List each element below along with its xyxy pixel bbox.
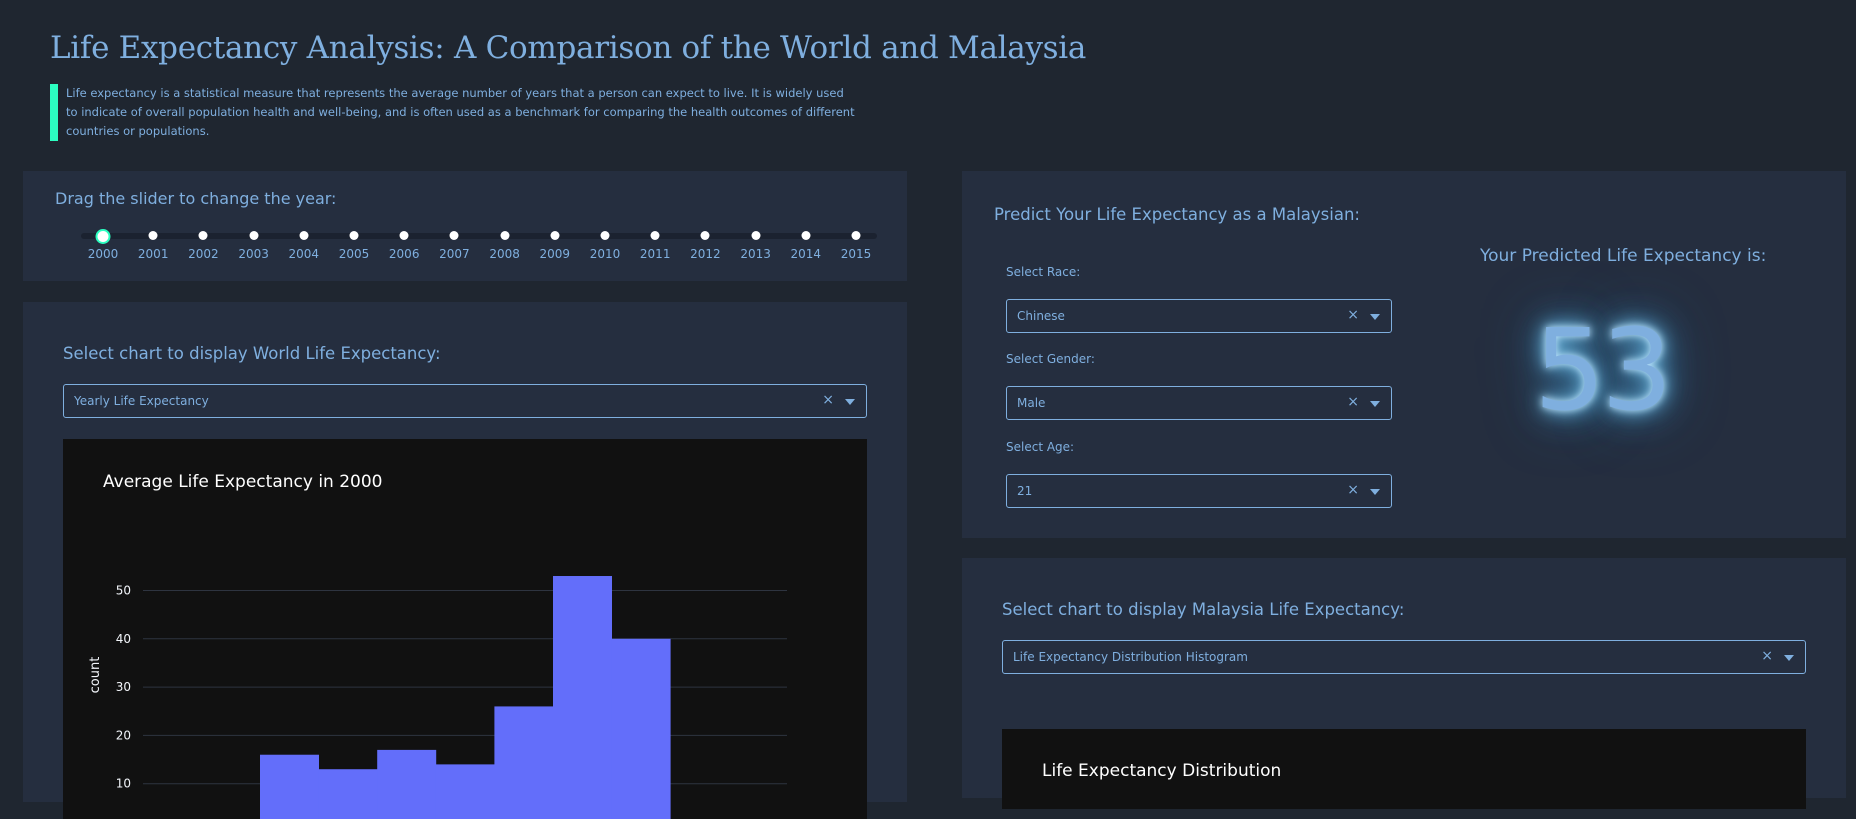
gender-dropdown[interactable]: Male × bbox=[1006, 386, 1392, 420]
slider-dot-2006[interactable] bbox=[399, 231, 409, 240]
slider-dot-2004[interactable] bbox=[299, 231, 309, 240]
race-label: Select Race: bbox=[1006, 265, 1081, 279]
slider-dot-2009[interactable] bbox=[550, 231, 560, 240]
page-header: Life Expectancy Analysis: A Comparison o… bbox=[50, 30, 1150, 141]
chevron-down-icon[interactable] bbox=[1784, 655, 1794, 661]
y-tick-label: 20 bbox=[116, 728, 131, 742]
slider-label-2010: 2010 bbox=[589, 247, 621, 261]
dropdown-value: 21 bbox=[1017, 484, 1033, 498]
histogram-svg: 10 20 30 40 50 count bbox=[88, 576, 787, 819]
malaysia-chart: Life Expectancy Distribution bbox=[1002, 729, 1806, 809]
world-chart-panel: Select chart to display World Life Expec… bbox=[23, 302, 907, 819]
histogram-bar[interactable] bbox=[553, 576, 612, 819]
slider-dot-2013[interactable] bbox=[751, 231, 761, 240]
chart-title: Life Expectancy Distribution bbox=[1042, 761, 1282, 781]
clear-icon[interactable]: × bbox=[1761, 648, 1773, 664]
slider-dot-2015[interactable] bbox=[851, 231, 861, 240]
histogram-bar[interactable] bbox=[377, 749, 437, 819]
histogram-bar[interactable] bbox=[318, 769, 378, 819]
y-axis-label: count bbox=[88, 657, 103, 694]
slider-dot-2012[interactable] bbox=[700, 231, 710, 240]
slider-dot-2001[interactable] bbox=[148, 231, 158, 240]
age-label: Select Age: bbox=[1006, 440, 1075, 454]
malaysia-chart-panel: Select chart to display Malaysia Life Ex… bbox=[962, 558, 1846, 809]
slider-label-2006: 2006 bbox=[388, 247, 420, 261]
race-dropdown[interactable]: Chinese × bbox=[1006, 299, 1392, 333]
predict-panel: Predict Your Life Expectancy as a Malays… bbox=[962, 171, 1846, 538]
slider-dot-2005[interactable] bbox=[349, 231, 359, 240]
world-chart-dropdown[interactable]: Yearly Life Expectancy × bbox=[63, 384, 867, 418]
slider-dot-2002[interactable] bbox=[198, 231, 208, 240]
chevron-down-icon[interactable] bbox=[845, 399, 855, 405]
slider-label-2001: 2001 bbox=[137, 247, 169, 261]
chevron-down-icon[interactable] bbox=[1370, 314, 1380, 320]
slider-dot-2007[interactable] bbox=[449, 231, 459, 240]
slider-dot-2010[interactable] bbox=[600, 231, 610, 240]
dropdown-value: Male bbox=[1017, 396, 1046, 410]
slider-label-2005: 2005 bbox=[338, 247, 370, 261]
page-description: Life expectancy is a statistical measure… bbox=[50, 84, 856, 141]
age-dropdown[interactable]: 21 × bbox=[1006, 474, 1392, 508]
slider-label-2002: 2002 bbox=[188, 247, 219, 261]
dropdown-value: Life Expectancy Distribution Histogram bbox=[1013, 650, 1248, 664]
slider-title: Drag the slider to change the year: bbox=[55, 189, 337, 208]
clear-icon[interactable]: × bbox=[1347, 394, 1359, 410]
year-slider[interactable] bbox=[81, 229, 877, 244]
slider-label-2007: 2007 bbox=[439, 247, 470, 261]
slider-label-2012: 2012 bbox=[690, 247, 721, 261]
slider-label-2008: 2008 bbox=[489, 247, 520, 261]
world-chart: Average Life Expectancy in 2000 10 20 30 40… bbox=[63, 439, 867, 819]
predict-title: Predict Your Life Expectancy as a Malays… bbox=[994, 205, 1360, 224]
slider-label-2011: 2011 bbox=[639, 247, 671, 261]
y-tick-label: 40 bbox=[116, 632, 131, 646]
clear-icon[interactable]: × bbox=[1347, 307, 1359, 323]
world-chart-label: Select chart to display World Life Expec… bbox=[63, 344, 441, 363]
slider-dot-2014[interactable] bbox=[801, 231, 811, 240]
y-tick-label: 10 bbox=[116, 777, 131, 791]
malaysia-chart-label: Select chart to display Malaysia Life Ex… bbox=[1002, 600, 1405, 619]
slider-label-2013: 2013 bbox=[740, 247, 771, 261]
clear-icon[interactable]: × bbox=[822, 392, 834, 408]
slider-dot-2011[interactable] bbox=[650, 231, 660, 240]
chevron-down-icon[interactable] bbox=[1370, 401, 1380, 407]
prediction-value: 53 bbox=[1534, 306, 1673, 436]
slider-label-2015: 2015 bbox=[840, 247, 872, 261]
y-tick-label: 50 bbox=[116, 584, 131, 598]
prediction-label: Your Predicted Life Expectancy is: bbox=[1480, 246, 1767, 266]
slider-dot-2008[interactable] bbox=[500, 231, 510, 240]
slider-dot-2003[interactable] bbox=[249, 231, 259, 240]
slider-label-2003: 2003 bbox=[238, 247, 269, 261]
slider-label-2014: 2014 bbox=[790, 247, 822, 261]
chevron-down-icon[interactable] bbox=[1370, 489, 1380, 495]
slider-dot-2000[interactable] bbox=[95, 229, 111, 244]
slider-label-2000: 2000 bbox=[87, 247, 119, 261]
slider-label-2009: 2009 bbox=[539, 247, 571, 261]
dropdown-value: Chinese bbox=[1017, 309, 1065, 323]
slider-label-2004: 2004 bbox=[288, 247, 320, 261]
malaysia-chart-dropdown[interactable]: Life Expectancy Distribution Histogram × bbox=[1002, 640, 1806, 674]
page-title: Life Expectancy Analysis: A Comparison o… bbox=[50, 30, 1087, 66]
gender-label: Select Gender: bbox=[1006, 352, 1095, 366]
histogram-bar[interactable] bbox=[494, 706, 554, 819]
clear-icon[interactable]: × bbox=[1347, 482, 1359, 498]
y-tick-label: 30 bbox=[116, 680, 131, 694]
year-slider-panel: Drag the slider to change the year: 2000… bbox=[23, 171, 907, 281]
dropdown-value: Yearly Life Expectancy bbox=[74, 394, 209, 408]
histogram-bar[interactable] bbox=[260, 754, 319, 819]
